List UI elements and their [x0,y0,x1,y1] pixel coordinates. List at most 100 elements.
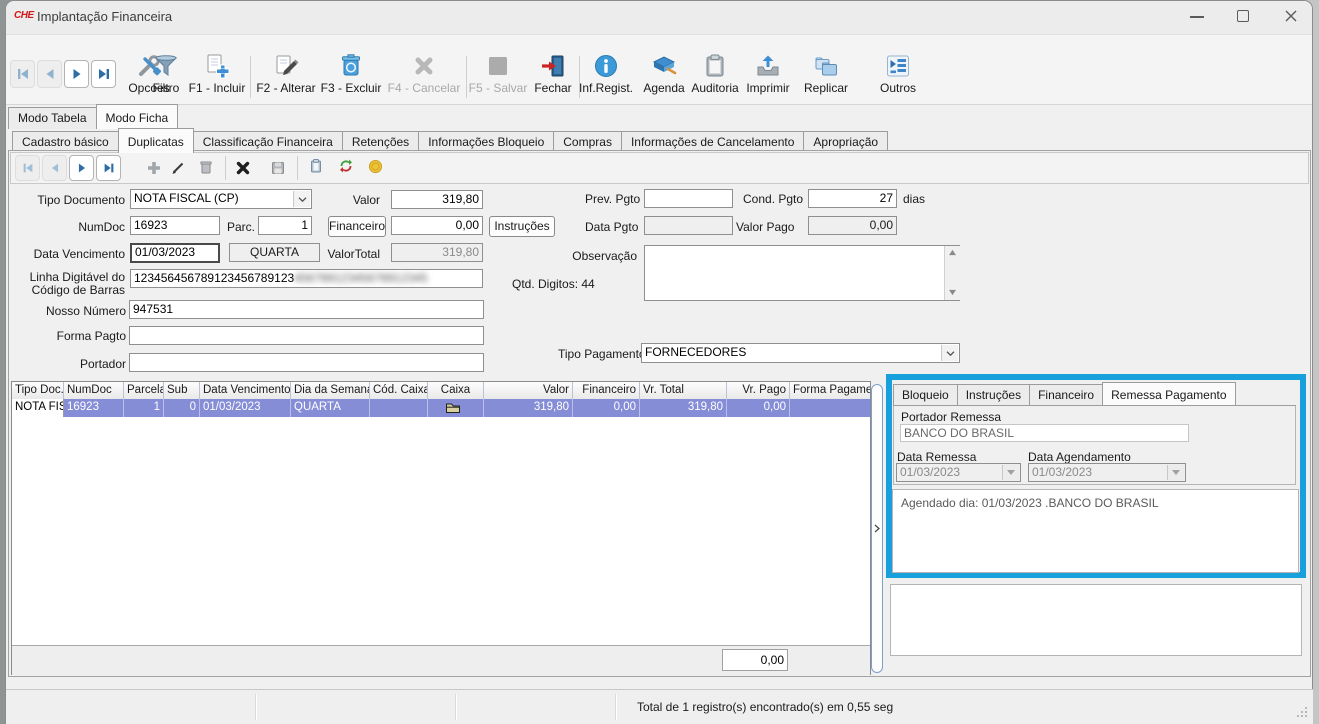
column-header[interactable]: Vr. Total [640,382,727,399]
close-button[interactable] [1284,9,1298,23]
inf-regist-button[interactable]: Inf.Regist. [574,52,638,102]
column-header[interactable]: Sub [164,382,200,399]
cond-pgto-field[interactable]: 27 [808,189,897,208]
cell-vr-pago[interactable]: 0,00 [727,399,790,417]
auditoria-button[interactable]: Auditoria [686,52,744,102]
record-add-button[interactable] [146,160,162,176]
tab-duplicatas[interactable]: Duplicatas [118,128,194,153]
replicar-button[interactable]: Replicar [798,52,854,102]
record-currency-button[interactable] [368,159,383,174]
nav-previous-button[interactable] [37,60,62,88]
record-first-button[interactable] [15,155,40,181]
tab-instrucoes[interactable]: Instruções [957,384,1030,405]
tipo-documento-select[interactable]: NOTA FISCAL (CP) [130,189,312,209]
tab-modo-ficha[interactable]: Modo Ficha [96,104,179,129]
cell-numdoc[interactable]: 16923 [64,399,124,417]
numdoc-field[interactable]: 16923 [130,216,220,235]
panel-splitter[interactable] [871,384,883,673]
forma-pagto-field[interactable] [129,326,484,345]
financeiro-button[interactable]: Financeiro [328,216,386,237]
linha-digitavel-field[interactable]: 1234564567891234567891234567891234567891… [130,269,483,288]
prev-pgto-field[interactable] [644,189,733,208]
record-save-button[interactable] [270,160,286,176]
fechar-button[interactable]: Fechar [528,52,578,102]
nav-first-icon [21,161,35,175]
agendamento-log-box: Agendado dia: 01/03/2023 .BANCO DO BRASI… [892,489,1299,573]
nav-previous-icon [48,161,62,175]
cell-tipo-doc[interactable]: NOTA FIS [12,399,64,417]
cell-parcela[interactable]: 1 [124,399,164,417]
cell-forma-pagamento[interactable] [790,399,870,417]
cell-dia-da-semana[interactable]: QUARTA [291,399,370,417]
valor-field[interactable]: 319,80 [391,190,483,209]
column-header[interactable]: Tipo Doc. [12,382,64,399]
observacao-scrollbar[interactable] [944,246,960,300]
record-edit-button[interactable] [170,160,186,176]
tab-financeiro[interactable]: Financeiro [1029,384,1103,405]
column-header[interactable]: Cód. Caixa [370,382,428,399]
chevron-down-icon[interactable] [293,191,310,207]
record-refresh-button[interactable] [338,158,354,174]
record-previous-button[interactable] [42,155,67,181]
column-header[interactable]: Valor [484,382,573,399]
cell-sub[interactable]: 0 [164,399,200,417]
record-delete-button[interactable] [198,159,214,175]
financeiro-valor-field[interactable]: 0,00 [391,216,483,235]
floppy-icon [270,160,286,176]
data-vencimento-field[interactable]: 01/03/2023 [130,243,220,263]
resize-grip[interactable] [1296,706,1308,718]
column-header[interactable]: Dia da Semana [291,382,370,399]
cell-valor[interactable]: 319,80 [484,399,573,417]
save-icon [484,52,512,80]
instrucoes-button[interactable]: Instruções [489,216,555,237]
imprimir-button[interactable]: Imprimir [741,52,795,102]
data-remessa-select: 01/03/2023 [896,463,1021,482]
cell-cod-caixa[interactable] [370,399,428,417]
nav-next-button[interactable] [64,60,89,88]
cancel-x-small-icon [235,160,251,176]
cell-data-vencimento[interactable]: 01/03/2023 [200,399,291,417]
column-header[interactable]: NumDoc [64,382,124,399]
record-next-button[interactable] [69,155,94,181]
record-cancel-button[interactable] [235,160,251,176]
portador-field[interactable] [129,353,484,372]
minimize-button[interactable] [1190,16,1204,18]
outros-button[interactable]: Outros [874,52,922,102]
valor-label: Valor [330,193,380,207]
maximize-button[interactable] [1237,10,1249,22]
record-paste-button[interactable] [308,158,324,174]
incluir-button[interactable]: F1 - Incluir [178,52,256,102]
app-logo: CHE [14,10,34,21]
column-header[interactable]: Financeiro [573,382,640,399]
parc-field[interactable]: 1 [258,216,312,235]
portador-remessa-field[interactable]: BANCO DO BRASIL [900,424,1189,442]
agenda-button[interactable]: Agenda [639,52,689,102]
record-last-button[interactable] [96,155,121,181]
qtd-digitos-label: Qtd. Digitos: 44 [512,277,595,291]
column-header[interactable]: Vr. Pago [727,382,790,399]
tipo-pagamento-select[interactable]: FORNECEDORES [641,343,960,363]
tab-bloqueio[interactable]: Bloqueio [893,384,958,405]
tab-modo-tabela[interactable]: Modo Tabela [8,107,97,129]
cell-vr-total[interactable]: 319,80 [640,399,727,417]
cell-financeiro[interactable]: 0,00 [573,399,640,417]
forma-pagto-label: Forma Pagto [20,329,126,343]
document-edit-icon [272,52,300,80]
column-header[interactable]: Parcela [124,382,164,399]
nav-last-icon [96,66,112,82]
observacao-textarea[interactable] [644,245,960,301]
excluir-button[interactable]: F3 - Excluir [313,52,389,102]
info-icon [592,52,620,80]
nav-last-button[interactable] [91,60,116,88]
portador-remessa-label: Portador Remessa [901,410,1001,424]
column-header[interactable]: Forma Pagamen [790,382,870,399]
cell-caixa[interactable] [428,399,484,417]
chevron-down-icon[interactable] [941,345,958,361]
column-header[interactable]: Caixa [428,382,484,399]
nosso-numero-field[interactable]: 947531 [129,300,484,319]
tab-remessa-pagamento[interactable]: Remessa Pagamento [1102,382,1235,405]
nav-first-button[interactable] [10,60,35,88]
grid-selected-row[interactable]: NOTA FIS 16923 1 0 01/03/2023 QUARTA 319… [12,399,870,417]
dias-suffix-label: dias [903,192,925,206]
column-header[interactable]: Data Vencimento [200,382,291,399]
